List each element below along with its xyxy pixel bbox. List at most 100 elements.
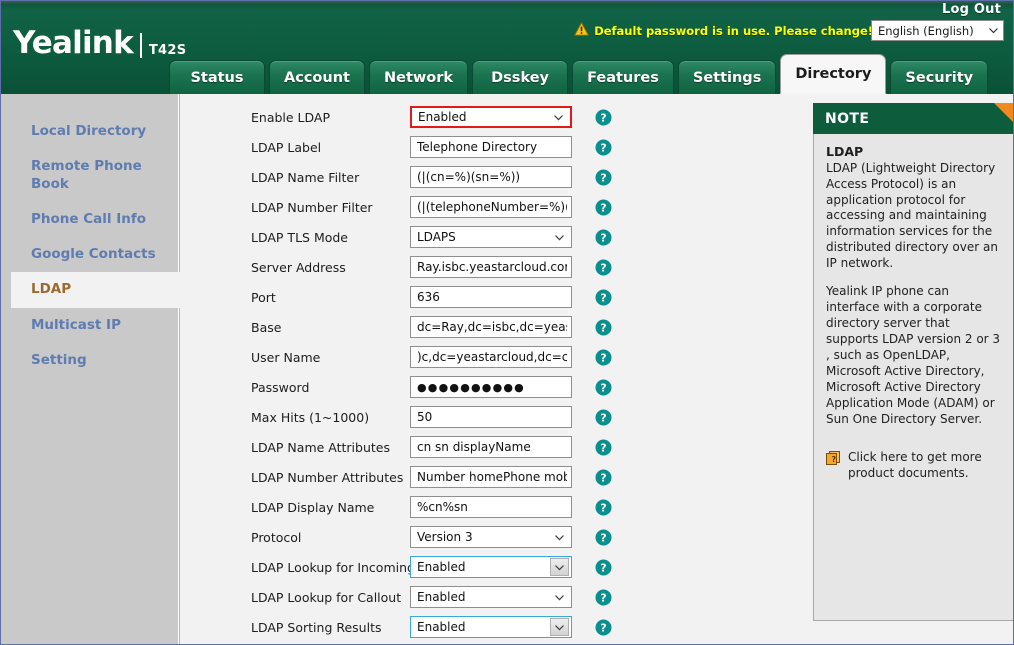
sidebar-item-ldap[interactable]: LDAP [11,272,201,308]
field-value: cn sn displayName [417,440,531,454]
note-column: NOTE LDAP LDAP (Lightweight Directory Ac… [805,94,1013,644]
field-ldap-display-name[interactable]: %cn%sn [410,496,572,518]
question-mark-help-icon[interactable]: ? [595,199,612,216]
field-value: 636 [417,290,440,304]
note-panel: NOTE LDAP LDAP (Lightweight Directory Ac… [813,103,1013,621]
field-ldap-sorting-results[interactable]: Enabled [410,616,572,638]
tab-status[interactable]: Status [169,60,265,94]
question-mark-help-icon[interactable]: ? [595,559,612,576]
field-wrapper: ●●●●●●●●●● [410,376,573,398]
sidebar-item-remote-phone-book[interactable]: Remote Phone Book [1,149,178,202]
field-port[interactable]: 636 [410,286,572,308]
tab-features[interactable]: Features [572,60,674,94]
svg-text:?: ? [600,621,606,634]
chevron-down-icon [549,108,568,126]
question-mark-help-icon[interactable]: ? [595,109,612,126]
field-wrapper: Enabled [410,106,573,128]
chevron-down-icon [988,25,999,36]
form-row: Protocol Version 3? [180,522,805,552]
help-icon-wrapper: ? [573,499,633,516]
sidebar-item-google-contacts[interactable]: Google Contacts [1,237,178,272]
svg-text:?: ? [600,141,606,154]
svg-text:?: ? [600,291,606,304]
sidebar-item-local-directory[interactable]: Local Directory [1,114,178,149]
question-mark-help-icon[interactable]: ? [595,469,612,486]
question-mark-help-icon[interactable]: ? [595,319,612,336]
field-label: User Name [251,349,321,365]
sidebar-item-multicast-ip[interactable]: Multicast IP [1,308,178,343]
help-icon-wrapper: ? [573,199,633,216]
question-mark-help-icon[interactable]: ? [595,349,612,366]
field-label: Protocol [251,529,302,545]
field-protocol[interactable]: Version 3 [410,526,572,548]
help-icon-wrapper: ? [573,319,633,336]
sidebar-item-phone-call-info[interactable]: Phone Call Info [1,202,178,237]
question-mark-help-icon[interactable]: ? [595,259,612,276]
language-select[interactable]: English (English) [871,20,1004,41]
form-row: LDAP Name Filter (|(cn=%)(sn=%))? [180,162,805,192]
question-mark-help-icon[interactable]: ? [595,139,612,156]
field-label: LDAP Lookup for Incoming Call [251,559,443,575]
tab-account[interactable]: Account [269,60,365,94]
field-label: Base [251,319,282,335]
field-server-address[interactable]: Ray.isbc.yeastarcloud.com [410,256,572,278]
question-mark-help-icon[interactable]: ? [595,529,612,546]
field-value: ●●●●●●●●●● [417,380,525,394]
tab-network[interactable]: Network [369,60,469,94]
warning-triangle-icon [573,21,590,40]
logout-link[interactable]: Log Out [942,2,1001,17]
svg-text:?: ? [832,455,837,464]
svg-text:?: ? [600,501,606,514]
help-icon-wrapper: ? [573,349,633,366]
field-base[interactable]: dc=Ray,dc=isbc,dc=yeastar [410,316,572,338]
field-user-name[interactable]: )c,dc=yeastarcloud,dc=com [410,346,572,368]
note-panel-title: NOTE [825,110,870,127]
field-label: LDAP Label [251,139,322,155]
field-wrapper: 636 [410,286,573,308]
ldap-settings-form: Enable LDAP Enabled? LDAP Label Telephone D… [180,94,805,644]
question-mark-help-icon[interactable]: ? [595,439,612,456]
field-ldap-name-attributes[interactable]: cn sn displayName [410,436,572,458]
help-icon-wrapper: ? [573,409,633,426]
field-label: LDAP Sorting Results [251,619,382,635]
field-label: Port [251,289,276,305]
header-top-strip [1,1,1013,5]
question-mark-help-icon[interactable]: ? [595,409,612,426]
question-mark-help-icon[interactable]: ? [595,169,612,186]
field-wrapper: )c,dc=yeastarcloud,dc=com [410,346,573,368]
chevron-down-icon [550,228,569,246]
svg-text:?: ? [600,261,606,274]
question-mark-help-icon[interactable]: ? [595,499,612,516]
field-value: Enabled [418,110,467,124]
field-value: %cn%sn [417,500,468,514]
question-mark-help-icon[interactable]: ? [595,229,612,246]
help-icon-wrapper: ? [573,289,633,306]
help-icon-wrapper: ? [573,559,633,576]
field-ldap-lookup-for-incoming-call[interactable]: Enabled [410,556,572,578]
field-value: dc=Ray,dc=isbc,dc=yeastar [417,320,567,334]
note-paragraph-2: Yealink IP phone can interface with a co… [826,284,1001,426]
field-ldap-number-filter[interactable]: (|(telephoneNumber=%)(hc [410,196,572,218]
sidebar-item-setting[interactable]: Setting [1,343,178,378]
field-ldap-tls-mode[interactable]: LDAPS [410,226,572,248]
question-mark-help-icon[interactable]: ? [595,379,612,396]
svg-text:?: ? [600,201,606,214]
product-documents-link[interactable]: ? Click here to get more product documen… [826,450,1004,482]
page-body: Local Directory Remote Phone Book Phone … [1,94,1013,644]
field-wrapper: Ray.isbc.yeastarcloud.com [410,256,573,278]
question-mark-help-icon[interactable]: ? [595,289,612,306]
question-mark-help-icon[interactable]: ? [595,589,612,606]
field-ldap-number-attributes[interactable]: Number homePhone mobile [410,466,572,488]
tab-security[interactable]: Security [890,60,989,94]
field-ldap-name-filter[interactable]: (|(cn=%)(sn=%)) [410,166,572,188]
field-max-hits-1-1000[interactable]: 50 [410,406,572,428]
field-ldap-lookup-for-callout[interactable]: Enabled [410,586,572,608]
field-ldap-label[interactable]: Telephone Directory [410,136,572,158]
field-enable-ldap[interactable]: Enabled [410,106,572,128]
logo-divider [139,33,142,58]
question-mark-help-icon[interactable]: ? [595,619,612,636]
tab-settings[interactable]: Settings [677,60,777,94]
tab-directory[interactable]: Directory [780,54,887,94]
tab-dsskey[interactable]: Dsskey [472,60,569,94]
field-password[interactable]: ●●●●●●●●●● [410,376,572,398]
